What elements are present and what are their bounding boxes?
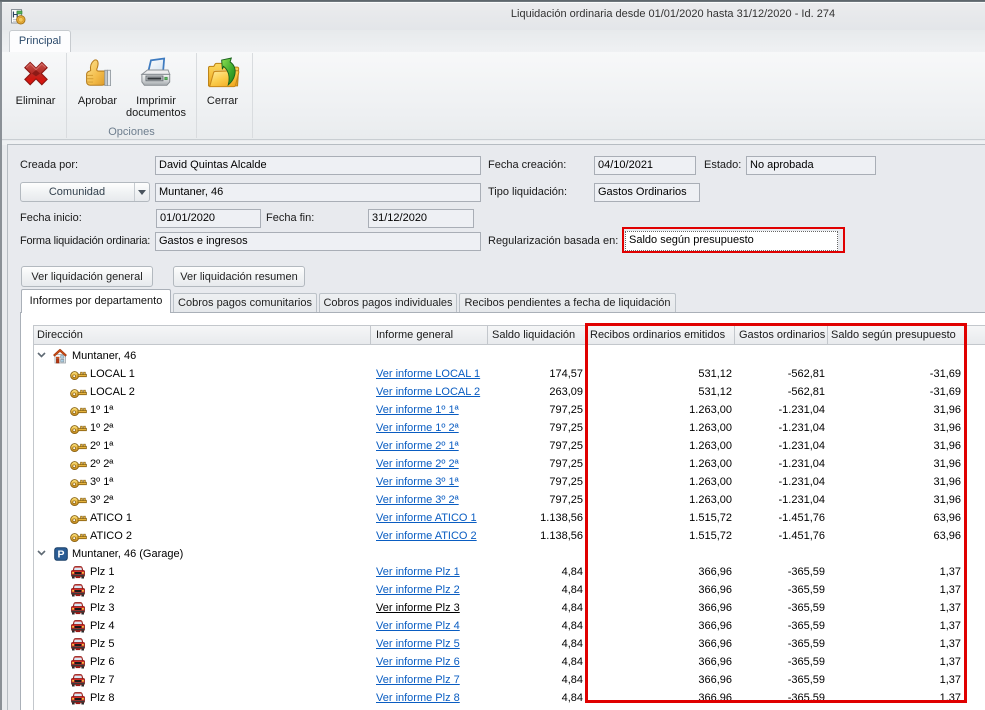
svg-text:P: P bbox=[57, 549, 64, 561]
